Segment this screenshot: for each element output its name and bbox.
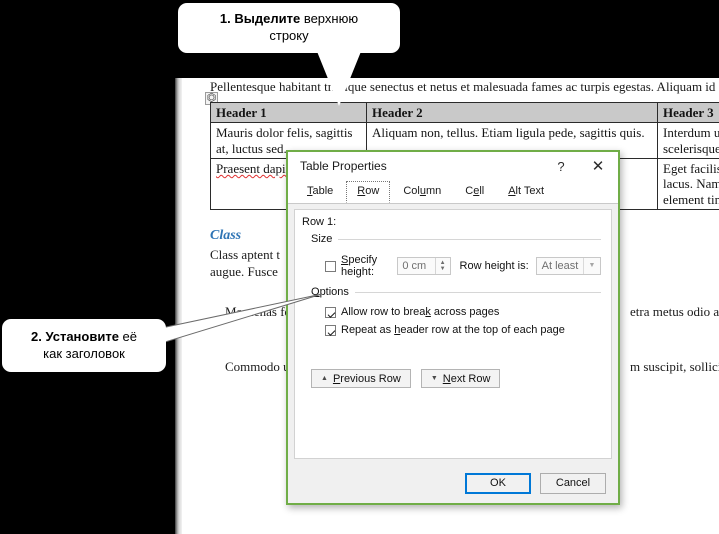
previous-row-label: Previous Row <box>332 372 401 385</box>
doc-paragraph-maecenas: Maecenas fer <box>225 304 295 319</box>
previous-row-button[interactable]: ▲ Previous Row <box>311 369 411 388</box>
callout-2-rest: её <box>118 328 137 344</box>
repeat-header-row[interactable]: Repeat as header row at the top of each … <box>311 324 601 336</box>
table-cell: Interdum ultric scelerisque eu, <box>657 122 719 159</box>
misspelled-word: Praesent dapil <box>216 160 290 176</box>
row-nav-buttons: ▲ Previous Row ▼ Next Row <box>311 369 501 388</box>
spinner-arrows-icon[interactable]: ▲ ▼ <box>434 258 450 274</box>
table-header-cell: Header 3 <box>657 101 719 124</box>
next-row-button[interactable]: ▼ Next Row <box>420 369 501 388</box>
table-properties-dialog: Table Properties ? ✕ TTableable Row Colu… <box>286 150 620 505</box>
next-row-label: Next Row <box>442 372 491 385</box>
tab-cell[interactable]: Cell <box>454 181 495 203</box>
allow-break-row[interactable]: Allow row to break across pages <box>311 306 601 318</box>
doc-paragraph-maecenas-right: etra metus odio a le <box>630 304 719 319</box>
arrow-up-icon: ▲ <box>321 375 328 382</box>
table-header-row[interactable]: Header 1 Header 2 Header 3 <box>210 101 719 124</box>
dialog-titlebar[interactable]: Table Properties ? ✕ <box>288 152 618 180</box>
specify-height-label: Specify height: <box>341 254 378 278</box>
callout-1-line2: строку <box>269 28 309 43</box>
doc-heading-class: Class <box>210 228 242 243</box>
row-height-is-label: Row height is: <box>459 260 529 272</box>
callout-2-line2: как заголовок <box>43 345 125 361</box>
row-height-value: At least <box>541 260 579 272</box>
tab-table[interactable]: TTableable <box>296 181 344 203</box>
height-value: 0 cm <box>402 260 427 272</box>
size-group-label: Size <box>311 233 333 245</box>
options-group-title: Options <box>311 286 601 298</box>
callout-1-rest: верхнюю <box>300 11 359 27</box>
specify-height-row: Specify height: 0 cm ▲ ▼ Row height is: A… <box>311 254 601 278</box>
row-number-label: Row 1: <box>302 216 337 228</box>
callout-2-bold: 2. Установите <box>31 328 119 344</box>
height-spinner[interactable]: 0 cm ▲ ▼ <box>397 257 451 275</box>
options-group-label: Options <box>311 286 349 298</box>
tab-alt-text[interactable]: Alt Text <box>497 181 555 203</box>
options-group: Options Allow row to break across pages … <box>311 286 601 336</box>
group-divider <box>338 238 601 240</box>
allow-row-break-label: Allow row to break across pages <box>341 306 500 318</box>
specify-height-checkbox[interactable] <box>325 260 336 272</box>
callout-step-1: 1. Выделите верхнюю строку <box>178 3 400 53</box>
repeat-header-row-label: Repeat as header row at the top of each … <box>341 324 565 336</box>
dialog-tabstrip: TTableable Row Column Cell Alt Text <box>288 180 618 204</box>
repeat-header-row-checkbox[interactable] <box>325 324 336 336</box>
page-left-shadow <box>175 78 182 534</box>
size-group-title: Size <box>311 233 601 245</box>
doc-paragraph-class-line2: augue. Fusce <box>210 264 278 279</box>
tab-row[interactable]: Row <box>346 181 391 203</box>
doc-paragraph-commodo-right: m suscipit, sollicitu <box>630 359 719 374</box>
cancel-button[interactable]: Cancel <box>540 472 606 494</box>
dialog-title: Table Properties <box>300 159 387 173</box>
table-header-cell: Header 2 <box>366 101 658 124</box>
dialog-body: Row 1: Size Specify height: 0 cm ▲ ▼ Row … <box>294 209 612 459</box>
doc-paragraph-top: Pellentesque habitant tristique senectus… <box>210 79 719 94</box>
callout-step-2: 2. Установите её как заголовок <box>2 319 166 372</box>
close-icon[interactable]: ✕ <box>578 153 618 179</box>
chevron-down-icon[interactable]: ▼ <box>583 258 600 274</box>
ok-button[interactable]: OK <box>465 472 531 494</box>
row-height-is-combo[interactable]: At least ▼ <box>535 257 601 275</box>
callout-1-bold: 1. Выделите <box>219 11 301 27</box>
table-cell: Eget facilisis e id lacus. Nam magna ele… <box>657 157 719 210</box>
allow-row-break-checkbox[interactable] <box>325 306 336 318</box>
doc-paragraph-commodo: Commodo u <box>225 359 290 374</box>
size-group: Size Specify height: 0 cm ▲ ▼ Row height … <box>311 233 601 278</box>
arrow-down-icon: ▼ <box>430 375 438 382</box>
dialog-footer: OK Cancel <box>288 463 618 503</box>
help-icon[interactable]: ? <box>544 153 578 179</box>
table-header-cell: Header 1 <box>210 101 367 124</box>
group-divider <box>354 291 601 293</box>
doc-paragraph-class-line1: Class aptent t <box>210 247 281 262</box>
tab-column[interactable]: Column <box>392 181 452 203</box>
